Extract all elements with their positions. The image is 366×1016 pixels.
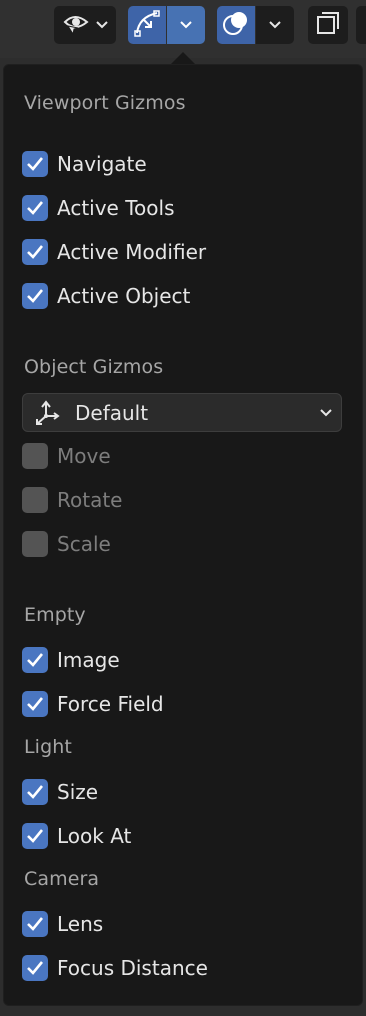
size-checkbox-row[interactable]: Size: [22, 777, 98, 807]
rotate-checkbox-row[interactable]: Rotate: [22, 485, 122, 515]
dropdown-value: Default: [75, 400, 149, 425]
chevron-down-icon: [268, 20, 282, 30]
checkmark-icon: [27, 785, 44, 799]
transform-orientation-dropdown[interactable]: Default: [22, 393, 342, 432]
rotate-checkbox[interactable]: [22, 487, 48, 513]
empty-heading: Empty: [24, 604, 86, 626]
scale-checkbox[interactable]: [22, 531, 48, 557]
xray-toggle-button[interactable]: [308, 6, 348, 44]
force-field-checkbox[interactable]: [22, 691, 48, 717]
checkmark-icon: [27, 289, 44, 303]
lens-checkbox-row[interactable]: Lens: [22, 909, 103, 939]
image-label: Image: [57, 648, 120, 672]
active-tools-checkbox[interactable]: [22, 195, 48, 221]
active-object-checkbox-row[interactable]: Active Object: [22, 281, 190, 311]
focus-distance-checkbox-row[interactable]: Focus Distance: [22, 953, 208, 983]
visibility-dropdown-button[interactable]: [54, 6, 116, 44]
lens-checkbox[interactable]: [22, 911, 48, 937]
gizmo-dropdown-button[interactable]: [167, 6, 205, 44]
move-checkbox-row[interactable]: Move: [22, 441, 111, 471]
viewport-header: [0, 0, 366, 58]
navigate-checkbox[interactable]: [22, 151, 48, 177]
navigate-checkbox-row[interactable]: Navigate: [22, 149, 147, 179]
shading-mode-button[interactable]: [356, 6, 366, 44]
checkmark-icon: [27, 201, 44, 215]
checkmark-icon: [27, 917, 44, 931]
checkmark-icon: [27, 697, 44, 711]
focus-distance-checkbox[interactable]: [22, 955, 48, 981]
checkmark-icon: [27, 829, 44, 843]
active-tools-label: Active Tools: [57, 196, 175, 220]
look-at-checkbox[interactable]: [22, 823, 48, 849]
rotate-label: Rotate: [57, 488, 123, 512]
gizmo-toggle-button[interactable]: [128, 6, 166, 44]
active-object-label: Active Object: [57, 284, 191, 308]
chevron-down-icon: [179, 20, 193, 30]
transform-orientation-icon: [31, 398, 61, 428]
active-modifier-label: Active Modifier: [57, 240, 207, 264]
look-at-checkbox-row[interactable]: Look At: [22, 821, 131, 851]
overlay-dropdown-button[interactable]: [256, 6, 294, 44]
checkmark-icon: [27, 157, 44, 171]
light-heading: Light: [24, 736, 72, 758]
viewport-gizmos-heading: Viewport Gizmos: [24, 92, 186, 114]
active-modifier-checkbox-row[interactable]: Active Modifier: [22, 237, 206, 267]
scale-label: Scale: [57, 532, 111, 556]
xray-toggle-icon: [315, 10, 341, 40]
gizmo-curve-icon: [133, 9, 161, 41]
focus-distance-label: Focus Distance: [57, 956, 208, 980]
scale-checkbox-row[interactable]: Scale: [22, 529, 111, 559]
look-at-label: Look At: [57, 824, 132, 848]
chevron-down-icon: [95, 20, 109, 30]
move-label: Move: [57, 444, 111, 468]
lens-label: Lens: [57, 912, 104, 936]
image-checkbox-row[interactable]: Image: [22, 645, 120, 675]
visibility-eye-icon: [63, 10, 89, 40]
active-object-checkbox[interactable]: [22, 283, 48, 309]
force-field-label: Force Field: [57, 692, 164, 716]
size-label: Size: [57, 780, 99, 804]
active-modifier-checkbox[interactable]: [22, 239, 48, 265]
chevron-down-icon: [319, 403, 333, 422]
force-field-checkbox-row[interactable]: Force Field: [22, 689, 164, 719]
checkmark-icon: [27, 653, 44, 667]
active-tools-checkbox-row[interactable]: Active Tools: [22, 193, 175, 223]
camera-heading: Camera: [24, 868, 100, 890]
overlay-circles-icon: [222, 9, 250, 41]
navigate-label: Navigate: [57, 152, 147, 176]
checkmark-icon: [27, 961, 44, 975]
image-checkbox[interactable]: [22, 647, 48, 673]
checkmark-icon: [27, 245, 44, 259]
object-gizmos-heading: Object Gizmos: [24, 356, 164, 378]
size-checkbox[interactable]: [22, 779, 48, 805]
move-checkbox[interactable]: [22, 443, 48, 469]
overlay-toggle-button[interactable]: [217, 6, 255, 44]
